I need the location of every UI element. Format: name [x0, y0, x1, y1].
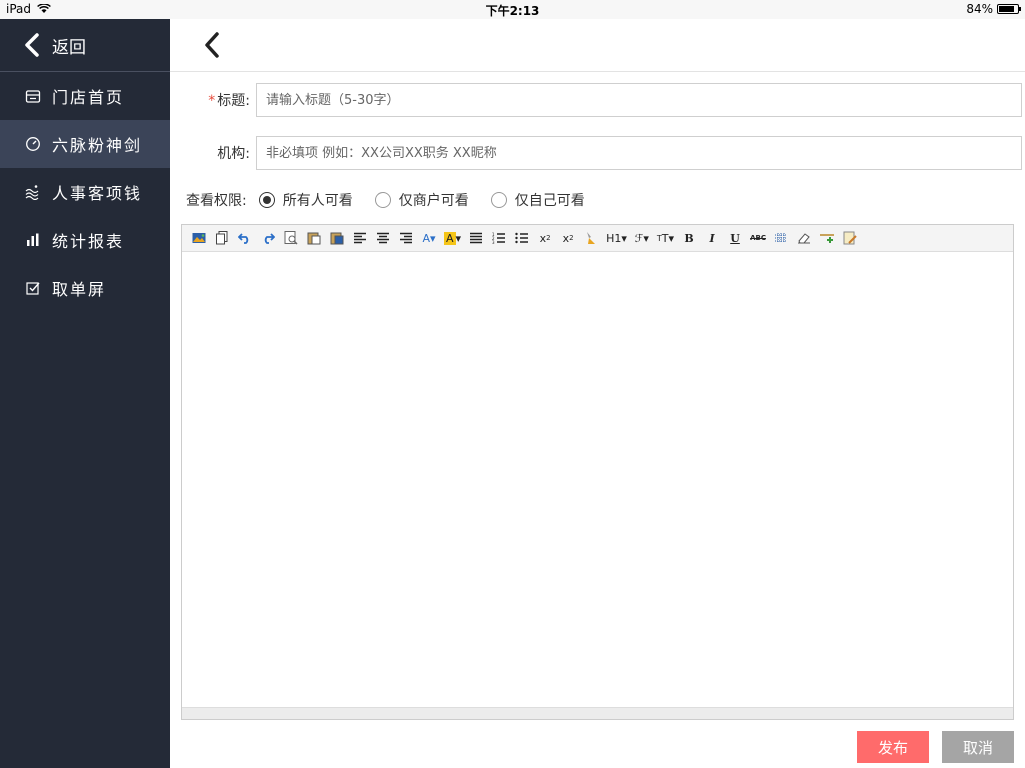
superscript-icon[interactable]: x2 — [560, 230, 576, 246]
rich-text-editor: A▾ A ▾ 123 x2 x2 H1 ▾ ℱ▾ T T▾ B I U ABC — [181, 224, 1014, 720]
title-row: * 标题: — [170, 83, 250, 117]
battery-percent: 84% — [966, 2, 993, 16]
font-family-icon[interactable]: ℱ▾ — [634, 230, 650, 246]
sidebar-item-store-home[interactable]: 门店首页 — [0, 72, 170, 120]
radio-everyone[interactable]: 所有人可看 — [258, 190, 353, 210]
radio-button[interactable] — [374, 192, 391, 208]
underline-icon[interactable]: U — [727, 230, 743, 246]
org-row: 机构: — [170, 136, 250, 170]
sidebar-item-reports[interactable]: 统计报表 — [0, 216, 170, 264]
insert-line-icon[interactable] — [819, 230, 835, 246]
checkbox-icon — [24, 279, 42, 297]
edit-source-icon[interactable] — [842, 230, 858, 246]
paste-word-icon[interactable] — [329, 230, 345, 246]
battery-icon — [997, 4, 1021, 14]
sidebar-item-label: 统计报表 — [52, 232, 125, 251]
format-painter-icon[interactable] — [583, 230, 599, 246]
sidebar: 返回 门店首页 六脉粉神剑 人事客项钱 统计报表 取单屏 — [0, 19, 170, 768]
radio-merchant-only[interactable]: 仅商户可看 — [374, 190, 469, 210]
ordered-list-icon[interactable]: 123 — [491, 230, 507, 246]
copy-icon[interactable] — [214, 230, 230, 246]
justify-icon[interactable] — [468, 230, 484, 246]
back-label: 返回 — [52, 37, 86, 58]
preview-icon[interactable] — [283, 230, 299, 246]
back-arrow-icon[interactable] — [202, 31, 222, 59]
bar-chart-icon — [24, 231, 42, 249]
table-icon[interactable] — [773, 230, 789, 246]
font-color-icon[interactable]: A▾ — [421, 230, 437, 246]
publish-button[interactable]: 发布 — [857, 731, 929, 763]
bold-icon[interactable]: B — [681, 230, 697, 246]
top-bar — [170, 19, 1025, 72]
align-right-icon[interactable] — [398, 230, 414, 246]
sidebar-item-liumai[interactable]: 六脉粉神剑 — [0, 120, 170, 168]
unordered-list-icon[interactable] — [514, 230, 530, 246]
wave-icon — [24, 183, 42, 201]
sidebar-item-label: 六脉粉神剑 — [52, 136, 143, 155]
required-mark: * — [208, 93, 216, 109]
radio-label: 所有人可看 — [282, 193, 353, 209]
subscript-icon[interactable]: x2 — [537, 230, 553, 246]
radio-label: 仅商户可看 — [398, 193, 469, 209]
clock: 下午2:13 — [485, 4, 540, 18]
italic-icon[interactable]: I — [704, 230, 720, 246]
eraser-icon[interactable] — [796, 230, 812, 246]
undo-icon[interactable] — [237, 230, 253, 246]
chevron-left-icon — [25, 33, 39, 57]
insert-image-icon[interactable] — [191, 230, 207, 246]
status-bar: iPad 下午2:13 84% — [0, 0, 1025, 19]
title-label: * 标题: — [208, 93, 250, 109]
align-left-icon[interactable] — [352, 230, 368, 246]
highlight-color-icon[interactable]: A ▾ — [444, 230, 461, 246]
redo-icon[interactable] — [260, 230, 276, 246]
font-size-icon[interactable]: T T▾ — [657, 230, 674, 246]
paste-icon[interactable] — [306, 230, 322, 246]
radio-label: 仅自己可看 — [514, 193, 585, 209]
strikethrough-icon[interactable]: ABC — [750, 230, 766, 246]
sidebar-item-label: 门店首页 — [52, 88, 125, 107]
heading-icon[interactable]: H1 ▾ — [606, 230, 627, 246]
cancel-button[interactable]: 取消 — [942, 731, 1014, 763]
gauge-icon — [24, 135, 42, 153]
sidebar-item-pickup-screen[interactable]: 取单屏 — [0, 264, 170, 312]
sidebar-back-button[interactable]: 返回 — [0, 19, 170, 72]
title-input[interactable] — [256, 83, 1022, 117]
org-input[interactable] — [256, 136, 1022, 170]
sidebar-item-staff[interactable]: 人事客项钱 — [0, 168, 170, 216]
editor-status-bar — [182, 707, 1013, 719]
org-label: 机构: — [217, 146, 250, 162]
align-center-icon[interactable] — [375, 230, 391, 246]
editor-content-area[interactable] — [182, 252, 1013, 707]
editor-toolbar: A▾ A ▾ 123 x2 x2 H1 ▾ ℱ▾ T T▾ B I U ABC — [182, 225, 1013, 252]
sidebar-item-label: 取单屏 — [52, 280, 107, 299]
main-panel: *标题: 机构: 查看权限: 所有人可看 仅商户可看 仅自己可看 — [170, 19, 1025, 768]
radio-button[interactable] — [258, 192, 275, 208]
store-icon — [24, 87, 42, 105]
sidebar-item-label: 人事客项钱 — [52, 184, 143, 203]
permission-label: 查看权限: — [186, 193, 247, 209]
svg-text:3: 3 — [492, 240, 495, 244]
radio-self-only[interactable]: 仅自己可看 — [490, 190, 585, 210]
radio-button[interactable] — [490, 192, 507, 208]
permission-row: 查看权限: 所有人可看 仅商户可看 仅自己可看 — [186, 190, 607, 210]
